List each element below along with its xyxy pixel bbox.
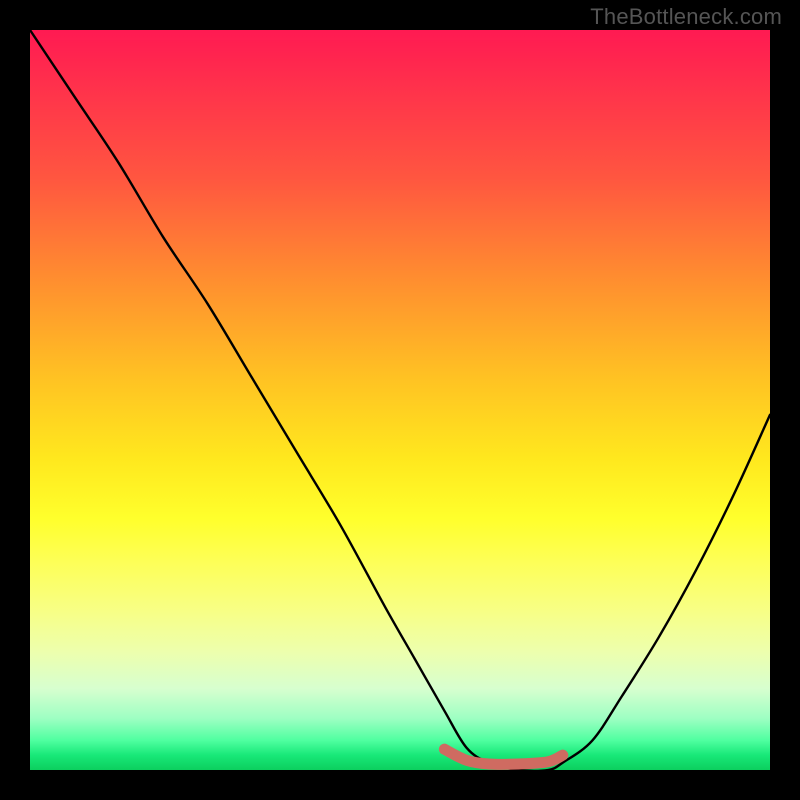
chart-frame: TheBottleneck.com: [0, 0, 800, 800]
accent-layer: [30, 30, 770, 770]
valley-accent: [444, 749, 562, 764]
watermark-text: TheBottleneck.com: [590, 4, 782, 30]
plot-area: [30, 30, 770, 770]
